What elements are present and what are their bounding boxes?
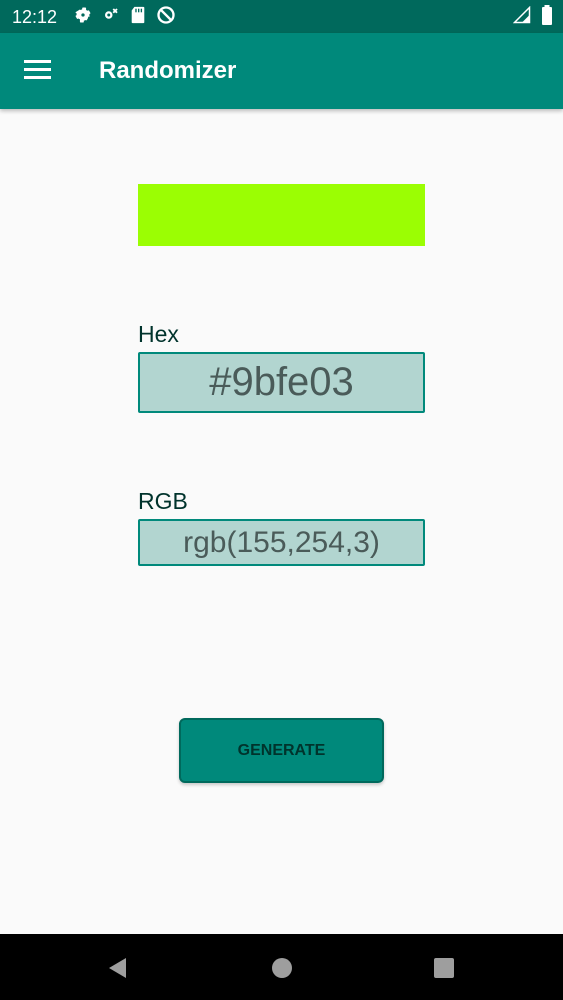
- hex-value-field[interactable]: #9bfe03: [138, 352, 425, 413]
- app-title: Randomizer: [99, 57, 237, 84]
- no-sim-icon: [156, 5, 176, 30]
- generate-button[interactable]: GENERATE: [179, 718, 384, 783]
- home-button[interactable]: [270, 956, 294, 980]
- home-icon: [270, 958, 294, 984]
- recents-icon: [432, 958, 456, 984]
- sd-card-icon: [130, 6, 146, 29]
- back-icon: [106, 958, 130, 984]
- status-icons-right: [512, 4, 553, 30]
- color-swatch: [138, 184, 425, 246]
- rgb-value-field[interactable]: rgb(155,254,3): [138, 519, 425, 566]
- back-button[interactable]: [106, 956, 130, 980]
- status-bar: 12:12: [0, 0, 563, 33]
- settings-sync-icon: [102, 6, 120, 29]
- signal-icon: [512, 5, 531, 29]
- settings-icon: [74, 6, 92, 29]
- hex-label: Hex: [138, 321, 179, 347]
- rgb-label: RGB: [138, 488, 188, 514]
- navigation-bar: [0, 934, 563, 1000]
- status-icons-left: [74, 5, 176, 30]
- recents-button[interactable]: [432, 956, 456, 980]
- status-time: 12:12: [12, 7, 58, 27]
- app-bar: Randomizer: [0, 33, 563, 109]
- menu-button[interactable]: [16, 53, 60, 89]
- battery-icon: [541, 4, 553, 30]
